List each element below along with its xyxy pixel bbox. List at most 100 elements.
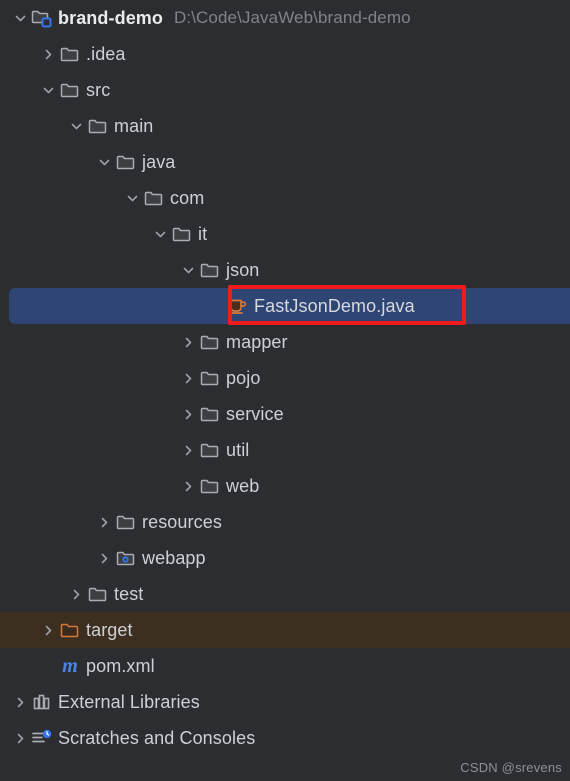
folder-icon [198,368,222,388]
chevron-right-icon[interactable] [10,728,30,748]
tree-row-label: pojo [226,368,261,388]
chevron-down-icon[interactable] [66,116,86,136]
chevron-down-icon[interactable] [38,80,58,100]
chevron-down-icon[interactable] [178,260,198,280]
chevron-right-icon[interactable] [94,512,114,532]
chevron-right-icon[interactable] [178,404,198,424]
folder-icon [198,440,222,460]
folder-icon [86,584,110,604]
project-path: D:\Code\JavaWeb\brand-demo [174,8,411,27]
tree-row-pom-xml[interactable]: m pom.xml [0,648,570,684]
tree-row-label: brand-demo [58,8,164,28]
tree-row-idea[interactable]: .idea [0,36,570,72]
tree-row-src[interactable]: src [0,72,570,108]
folder-icon [198,332,222,352]
tree-row-util[interactable]: util [0,432,570,468]
chevron-right-icon[interactable] [178,368,198,388]
tree-row-label: pom.xml [86,656,155,676]
folder-icon [198,404,222,424]
tree-row-label: java [142,152,176,172]
chevron-right-icon[interactable] [178,476,198,496]
tree-row-scratches-and-consoles[interactable]: Scratches and Consoles [0,720,570,756]
tree-row-brand-demo[interactable]: brand-demo D:\Code\JavaWeb\brand-demo [0,0,570,36]
tree-row-label: External Libraries [58,692,200,712]
folder-icon [114,512,138,532]
tree-row-webapp[interactable]: webapp [0,540,570,576]
tree-row-java[interactable]: java [0,144,570,180]
tree-row-mapper[interactable]: mapper [0,324,570,360]
tree-row-label: .idea [86,44,126,64]
tree-row-target[interactable]: target [0,612,570,648]
tree-row-label: test [114,584,144,604]
tree-row-fastjsondemo-java[interactable]: FastJsonDemo.java [0,288,570,324]
tree-row-label: main [114,116,154,136]
chevron-right-icon[interactable] [10,692,30,712]
tree-row-label: resources [142,512,222,532]
tree-row-service[interactable]: service [0,396,570,432]
tree-row-test[interactable]: test [0,576,570,612]
tree-row-label: web [226,476,260,496]
tree-row-resources[interactable]: resources [0,504,570,540]
tree-row-label: Scratches and Consoles [58,728,256,748]
chevron-right-icon[interactable] [38,44,58,64]
folder-icon [114,152,138,172]
tree-row-main[interactable]: main [0,108,570,144]
twisty-placeholder [206,296,226,316]
folder-icon [58,80,82,100]
web-folder-icon [114,548,138,568]
chevron-right-icon[interactable] [178,440,198,460]
chevron-down-icon[interactable] [94,152,114,172]
scratches-icon [30,728,54,748]
chevron-right-icon[interactable] [38,620,58,640]
folder-icon [86,116,110,136]
folder-icon [142,188,166,208]
java-class-icon [226,296,250,316]
tree-row-com[interactable]: com [0,180,570,216]
chevron-down-icon[interactable] [122,188,142,208]
maven-icon: m [62,655,78,677]
folder-icon [170,224,194,244]
tree-row-label: it [198,224,208,244]
chevron-down-icon[interactable] [150,224,170,244]
tree-row-label: target [86,620,133,640]
twisty-placeholder [38,656,58,676]
folder-icon [198,260,222,280]
tree-row-label: com [170,188,205,208]
tree-row-external-libraries[interactable]: External Libraries [0,684,570,720]
tree-row-json[interactable]: json [0,252,570,288]
tree-row-pojo[interactable]: pojo [0,360,570,396]
tree-row-label: src [86,80,111,100]
project-tree[interactable]: brand-demo D:\Code\JavaWeb\brand-demo .ide… [0,0,570,781]
chevron-right-icon[interactable] [94,548,114,568]
folder-icon [198,476,222,496]
tree-row-it[interactable]: it [0,216,570,252]
chevron-right-icon[interactable] [66,584,86,604]
tree-row-label: webapp [142,548,206,568]
tree-row-label: service [226,404,284,424]
tree-row-label: mapper [226,332,288,352]
tree-row-web[interactable]: web [0,468,570,504]
excluded-folder-icon [58,620,82,640]
chevron-down-icon[interactable] [10,8,30,28]
chevron-right-icon[interactable] [178,332,198,352]
